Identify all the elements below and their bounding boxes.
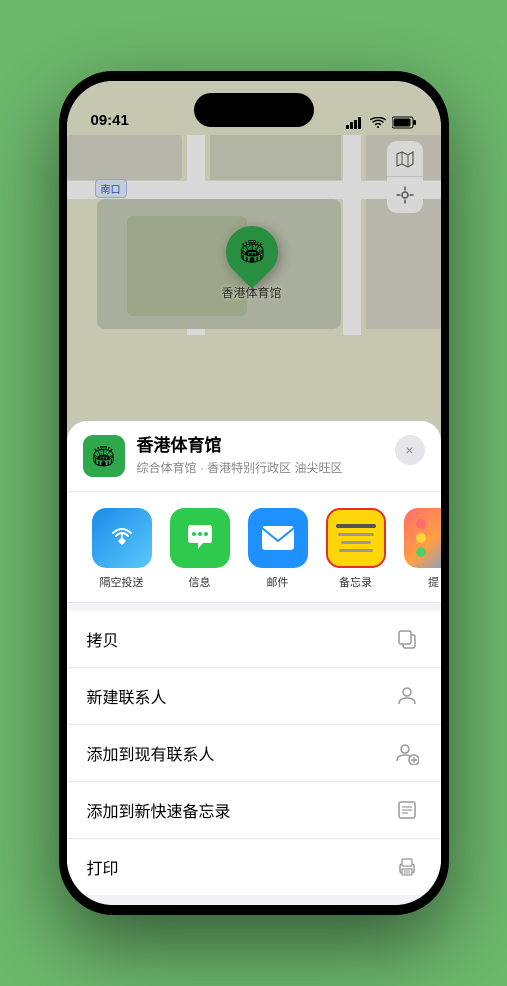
place-close-button[interactable]: × [395,435,425,465]
notes-label: 备忘录 [339,574,372,590]
place-desc: 综合体育馆 · 香港特别行政区 油尖旺区 [137,459,383,476]
share-app-more[interactable]: 提 [395,508,441,590]
mail-label: 邮件 [267,574,289,590]
place-icon: 🏟 [83,435,125,477]
share-app-notes[interactable]: 备忘录 [317,508,395,590]
messages-icon [170,508,230,568]
messages-label: 信息 [189,574,211,590]
share-apps-container: 隔空投送 信息 [67,492,441,603]
phone-frame: 09:41 [59,71,449,915]
action-add-existing-label: 添加到现有联系人 [87,741,215,765]
action-list: 拷贝 新建联系人 [67,611,441,895]
print-icon [393,853,421,881]
action-print[interactable]: 打印 [67,839,441,895]
status-time: 09:41 [91,112,129,129]
mail-icon [248,508,308,568]
share-app-airdrop[interactable]: 隔空投送 [83,508,161,590]
wifi-icon [370,117,386,129]
copy-icon [393,625,421,653]
action-add-existing[interactable]: 添加到现有联系人 [67,725,441,782]
place-icon-emoji: 🏟 [91,444,116,469]
more-label: 提 [428,574,439,590]
airdrop-label: 隔空投送 [100,574,144,590]
action-print-label: 打印 [87,855,119,879]
share-app-messages[interactable]: 信息 [161,508,239,590]
person-icon [393,682,421,710]
action-copy-label: 拷贝 [87,627,119,651]
more-icon [404,508,441,568]
battery-icon [392,116,417,129]
airdrop-icon [92,508,152,568]
status-icons [346,116,417,129]
quick-note-icon [393,796,421,824]
action-copy[interactable]: 拷贝 [67,611,441,668]
action-new-contact-label: 新建联系人 [87,684,167,708]
place-info: 香港体育馆 综合体育馆 · 香港特别行政区 油尖旺区 [137,435,383,476]
action-quick-note-label: 添加到新快速备忘录 [87,798,231,822]
signal-icon [346,117,364,129]
bottom-sheet: 🏟 香港体育馆 综合体育馆 · 香港特别行政区 油尖旺区 × [67,421,441,905]
action-quick-note[interactable]: 添加到新快速备忘录 [67,782,441,839]
notes-icon [326,508,386,568]
dynamic-island [194,93,314,127]
person-add-icon [393,739,421,767]
place-card: 🏟 香港体育馆 综合体育馆 · 香港特别行政区 油尖旺区 × [67,421,441,492]
action-new-contact[interactable]: 新建联系人 [67,668,441,725]
phone-screen: 09:41 [67,81,441,905]
place-name: 香港体育馆 [137,435,383,457]
share-app-mail[interactable]: 邮件 [239,508,317,590]
share-apps-row: 隔空投送 信息 [67,508,441,590]
